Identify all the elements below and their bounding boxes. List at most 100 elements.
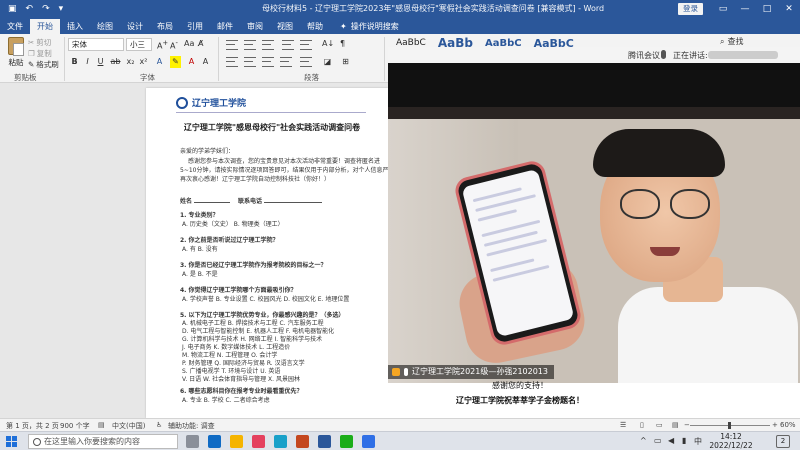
tell-me-label: 操作说明搜索	[350, 22, 399, 31]
char-shading-icon[interactable]: A	[200, 56, 211, 68]
read-mode-icon[interactable]: ▯	[640, 421, 644, 429]
subscript-icon[interactable]: x₂	[125, 56, 136, 68]
taskbar-clock[interactable]: 14:12 2022/12/22	[706, 432, 756, 450]
tab-file[interactable]: 文件	[0, 19, 30, 34]
tab-mailings[interactable]: 邮件	[210, 19, 240, 34]
bold-icon[interactable]: B	[69, 56, 80, 68]
network-icon[interactable]: ▭	[654, 436, 662, 445]
show-marks-icon[interactable]: ¶	[340, 39, 345, 48]
photos-app-icon[interactable]	[274, 435, 287, 448]
login-button[interactable]: 登录	[678, 3, 703, 15]
zoom-in-icon[interactable]: +	[772, 421, 778, 429]
meeting-header[interactable]: 腾讯会议 正在讲话:	[388, 47, 800, 63]
minimize-icon[interactable]: —	[734, 0, 756, 18]
ime-indicator[interactable]: 中	[694, 436, 702, 447]
tab-insert[interactable]: 插入	[60, 19, 90, 34]
meeting-window[interactable]: 腾讯会议 正在讲话: 辽宁理工学院2021级—孙强2102013	[388, 47, 800, 383]
web-layout-icon[interactable]: ▤	[672, 421, 679, 429]
tab-design[interactable]: 设计	[120, 19, 150, 34]
sort-icon[interactable]: A↓	[322, 39, 334, 48]
tab-review[interactable]: 审阅	[240, 19, 270, 34]
font-name-select[interactable]: 宋体	[68, 38, 124, 51]
highlight-icon[interactable]: ✎	[170, 56, 181, 68]
document-page[interactable]: 辽宁理工学院 辽宁理工学院"感恩母校行"社会实践活动调查问卷 亲爱的学弟学妹们：…	[146, 88, 388, 418]
windows-start-icon[interactable]	[6, 436, 17, 447]
page-count[interactable]: 第 1 页，共 2 页	[6, 421, 59, 431]
format-painter-button[interactable]: ✎ 格式刷	[28, 59, 59, 70]
font-size-select[interactable]: 小三	[126, 38, 152, 51]
borders-icon[interactable]: ⊞	[340, 56, 351, 68]
numbering-icon[interactable]	[244, 40, 256, 50]
undo-icon[interactable]: ↶	[26, 4, 34, 14]
edge-browser-icon[interactable]	[208, 435, 221, 448]
tab-layout[interactable]: 布局	[150, 19, 180, 34]
ribbon-display-icon[interactable]: ▭	[712, 0, 734, 18]
tab-home[interactable]: 开始	[30, 19, 60, 34]
phone-underline	[264, 202, 322, 203]
focus-mode-icon[interactable]: ☰	[620, 421, 626, 429]
superscript-icon[interactable]: x²	[138, 56, 149, 68]
powerpoint-icon[interactable]	[296, 435, 309, 448]
tell-me-box[interactable]: ✦ 操作说明搜索	[330, 19, 399, 34]
tencent-meeting-icon[interactable]	[362, 435, 375, 448]
wechat-icon[interactable]	[340, 435, 353, 448]
justify-icon[interactable]	[280, 57, 292, 67]
cut-button[interactable]: ✂ 剪切	[28, 37, 51, 48]
find-button[interactable]: ⌕ 查找	[720, 36, 743, 47]
multilevel-list-icon[interactable]	[262, 40, 274, 50]
tab-view[interactable]: 视图	[270, 19, 300, 34]
strikethrough-icon[interactable]: ab	[110, 56, 121, 68]
video-app-icon[interactable]	[252, 435, 265, 448]
italic-icon[interactable]: I	[82, 56, 93, 68]
language-indicator[interactable]: 中文(中国)	[112, 421, 145, 431]
tab-help[interactable]: 帮助	[300, 19, 330, 34]
shrink-font-icon[interactable]: A-	[170, 39, 178, 51]
redo-icon[interactable]: ↷	[42, 4, 50, 14]
shading-icon[interactable]: ◪	[322, 56, 333, 68]
change-case-icon[interactable]: Aa	[184, 39, 194, 48]
bullets-icon[interactable]	[226, 40, 238, 50]
battery-icon[interactable]: ▮	[682, 436, 686, 445]
intro-link[interactable]: 匿名进	[362, 158, 380, 165]
word-icon[interactable]	[318, 435, 331, 448]
customize-qa-icon[interactable]: ▾	[59, 4, 64, 14]
zoom-slider[interactable]	[690, 422, 770, 429]
font-color-icon[interactable]: A	[186, 56, 197, 68]
proofing-icon[interactable]: ▤	[98, 421, 105, 429]
line-spacing-icon[interactable]	[300, 57, 312, 67]
copy-button[interactable]: ❐ 复制	[28, 48, 52, 59]
tab-references[interactable]: 引用	[180, 19, 210, 34]
tray-expand-icon[interactable]: ^	[640, 436, 647, 445]
zoom-level[interactable]: 60%	[780, 421, 796, 429]
volume-icon[interactable]: ◀	[668, 436, 674, 445]
taskbar-search-input[interactable]: 在这里输入你要搜索的内容	[28, 434, 178, 449]
align-left-icon[interactable]	[226, 57, 238, 67]
zoom-out-icon[interactable]: −	[684, 421, 690, 429]
close-icon[interactable]: ✕	[778, 0, 800, 18]
increase-indent-icon[interactable]	[300, 40, 312, 50]
paste-button[interactable]: 粘贴	[6, 37, 26, 68]
accessibility-icon[interactable]: ♿	[156, 421, 162, 429]
notification-center-icon[interactable]: 2	[776, 435, 790, 448]
document-title: 辽宁理工学院"感恩母校行"社会实践活动调查问卷	[183, 123, 361, 132]
grow-font-icon[interactable]: A+	[157, 39, 168, 51]
word-count[interactable]: 900 个字	[60, 421, 90, 431]
align-right-icon[interactable]	[262, 57, 274, 67]
save-icon[interactable]: ▣	[8, 4, 17, 14]
participant-video[interactable]: 辽宁理工学院2021级—孙强2102013	[388, 107, 800, 383]
maximize-icon[interactable]: □	[756, 0, 778, 18]
file-explorer-icon[interactable]	[230, 435, 243, 448]
user-icon	[392, 368, 400, 376]
text-effects-icon[interactable]: A	[154, 56, 165, 68]
task-view-icon[interactable]	[186, 435, 199, 448]
question-3: 3. 你是否已经辽宁理工学院作为报考院校的目标之一？	[180, 262, 327, 269]
copy-icon: ❐	[28, 49, 35, 58]
decrease-indent-icon[interactable]	[282, 40, 294, 50]
accessibility-status[interactable]: 辅助功能: 调查	[168, 421, 215, 431]
print-layout-icon[interactable]: ▭	[656, 421, 663, 429]
find-label: 查找	[727, 37, 744, 46]
clear-format-icon[interactable]: A̸	[198, 39, 203, 48]
underline-icon[interactable]: U	[95, 56, 106, 68]
tab-draw[interactable]: 绘图	[90, 19, 120, 34]
align-center-icon[interactable]	[244, 57, 256, 67]
